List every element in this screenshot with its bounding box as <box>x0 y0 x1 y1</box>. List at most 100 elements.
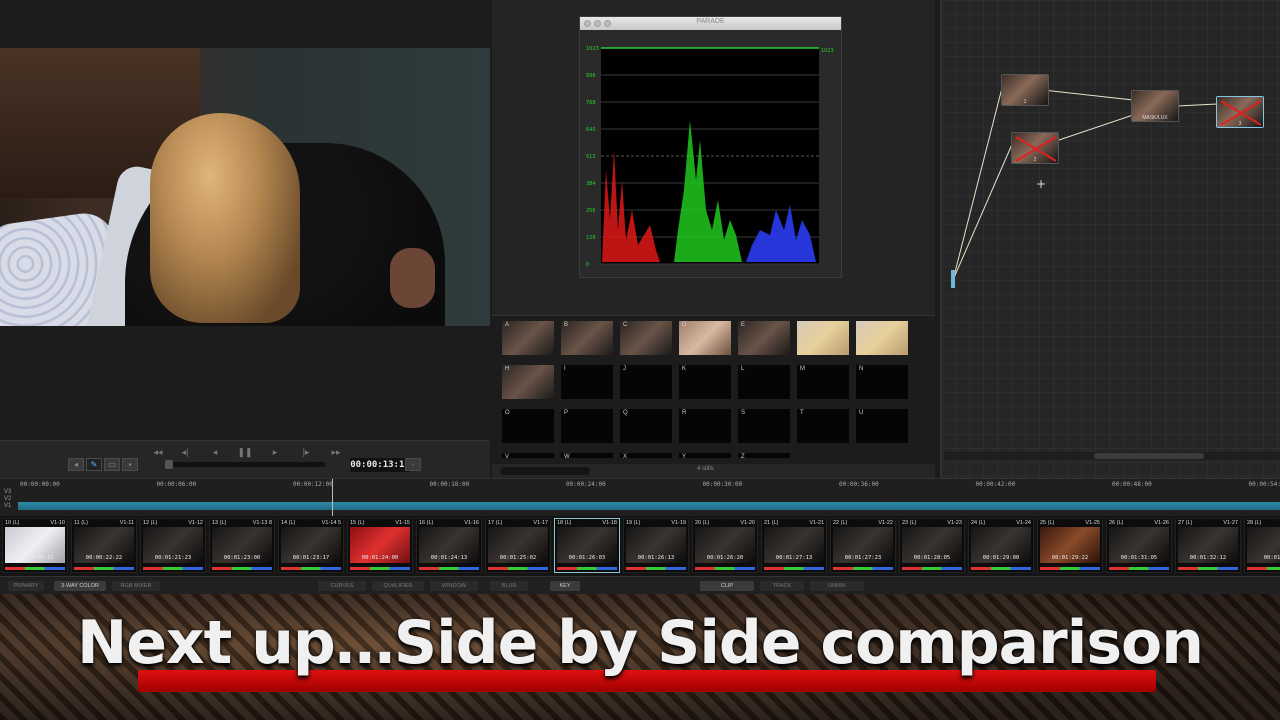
loop-icon[interactable]: ◦ <box>405 458 421 471</box>
palette-tab[interactable]: RGB MIXER <box>112 581 160 591</box>
gallery-still[interactable]: F <box>797 321 849 355</box>
ruler-tick-label: 00:00:06:00 <box>156 481 197 488</box>
clip-track: V1-20 <box>740 520 755 526</box>
clip-thumbnail[interactable]: 20 (L) V1-20 00:01:26:20 <box>692 518 758 573</box>
clip-header: 14 (L) V1-14 5 <box>281 520 341 526</box>
gallery-still[interactable]: W <box>561 453 613 460</box>
palette-tab[interactable]: 3-WAY COLOR <box>54 581 106 591</box>
clip-thumbnail[interactable]: 21 (L) V1-21 00:01:27:13 <box>761 518 827 573</box>
tool-button[interactable]: ▪ <box>122 458 138 471</box>
gallery-still[interactable]: K <box>679 365 731 399</box>
gallery-still[interactable]: N <box>856 365 908 399</box>
still-label: A <box>505 322 510 328</box>
gallery-still[interactable]: U <box>856 409 908 443</box>
gallery-still[interactable]: R <box>679 409 731 443</box>
gallery-still[interactable]: C <box>620 321 672 355</box>
node-3-selected[interactable]: 3 <box>1216 96 1264 128</box>
gallery-still[interactable]: G <box>856 321 908 355</box>
gallery-still[interactable]: A <box>502 321 554 355</box>
palette-tab[interactable]: CLIP <box>700 581 754 591</box>
palette-tab[interactable]: BLUR <box>490 581 528 591</box>
gallery-still[interactable]: D <box>679 321 731 355</box>
parade-scope-window[interactable]: PARADE 1023 896 768 640 512 384 256 128 0 1023 <box>579 16 842 278</box>
palette-tab[interactable]: PRIMARY <box>8 581 44 591</box>
node-graph-scrollbar[interactable] <box>944 452 1280 460</box>
gallery-still[interactable]: I <box>561 365 613 399</box>
node-mask[interactable]: MASK/LUX <box>1131 90 1179 122</box>
step-back-icon[interactable]: ◂| <box>175 446 195 458</box>
clip-thumbnail[interactable]: 23 (L) V1-23 00:01:28:05 <box>899 518 965 573</box>
clip-header: 17 (L) V1-17 <box>488 520 548 526</box>
clip-color-bar <box>143 567 203 570</box>
clip-thumbnail[interactable]: 13 (L) V1-13 8 00:01:23:00 <box>209 518 275 573</box>
still-label: W <box>564 454 570 460</box>
clip-thumbnail[interactable]: 10 (L) V1-10 00:00:00:13 <box>2 518 68 573</box>
skip-forward-icon[interactable]: ▸▸ <box>326 446 346 458</box>
clip-thumbnail[interactable]: 25 (L) V1-25 00:01:29:22 <box>1037 518 1103 573</box>
gallery-still[interactable]: X <box>620 453 672 460</box>
play-icon[interactable]: ▸ <box>265 446 285 458</box>
gallery-still[interactable]: Y <box>679 453 731 460</box>
gallery-still[interactable]: Q <box>620 409 672 443</box>
clip-thumbnail[interactable]: 17 (L) V1-17 00:01:25:02 <box>485 518 551 573</box>
gallery-still[interactable]: V <box>502 453 554 460</box>
palette-tab[interactable]: CURVES <box>318 581 366 591</box>
track-v1-bar[interactable] <box>18 502 1280 510</box>
clip-thumbnail[interactable]: 28 (L)V1-28 00:01:33 <box>1244 518 1280 573</box>
clip-thumbnail[interactable]: 16 (L) V1-16 00:01:24:13 <box>416 518 482 573</box>
clip-thumbnail[interactable]: 11 (L) V1-11 00:00:22:22 <box>71 518 137 573</box>
node-1[interactable]: 1 <box>1001 74 1049 106</box>
gallery-still[interactable]: J <box>620 365 672 399</box>
scope-titlebar[interactable]: PARADE <box>580 17 841 30</box>
clip-thumbnail[interactable]: 14 (L) V1-14 5 00:01:23:17 <box>278 518 344 573</box>
node-graph[interactable]: + 1 MASK/LUX 2 3 <box>940 0 1280 478</box>
still-label: H <box>505 366 510 372</box>
clip-timecode: 00:01:25:02 <box>499 555 537 561</box>
gallery-still[interactable]: M <box>797 365 849 399</box>
playhead[interactable] <box>332 479 333 517</box>
ruler-tick-label: 00:00:42:00 <box>975 481 1016 488</box>
palette-tab[interactable]: WINDOW <box>430 581 478 591</box>
clip-header: 24 (L) V1-24 <box>971 520 1031 526</box>
still-label: R <box>682 410 687 416</box>
step-forward-icon[interactable]: |▸ <box>296 446 316 458</box>
gallery-search-input[interactable] <box>500 467 590 475</box>
clip-track: V1-13 8 <box>252 520 272 526</box>
tool-button[interactable]: ▭ <box>104 458 120 471</box>
gallery-still[interactable]: B <box>561 321 613 355</box>
track-label: V2 <box>4 496 12 502</box>
palette-tab[interactable]: UNMIX <box>810 581 864 591</box>
skip-back-icon[interactable]: ◂◂ <box>148 446 168 458</box>
clip-thumbnail[interactable]: 22 (L) V1-22 00:01:27:23 <box>830 518 896 573</box>
pause-icon[interactable]: ❚❚ <box>235 446 255 458</box>
clip-timecode: 00:01:28:05 <box>913 555 951 561</box>
clip-thumbnail[interactable]: 24 (L) V1-24 00:01:29:00 <box>968 518 1034 573</box>
clip-thumbnail[interactable]: 26 (L) V1-26 00:01:31:05 <box>1106 518 1172 573</box>
clip-thumbnail[interactable]: 12 (L) V1-12 00:01:21:23 <box>140 518 206 573</box>
clip-thumbnail[interactable]: 19 (L) V1-19 00:01:26:13 <box>623 518 689 573</box>
pen-icon[interactable]: ✎ <box>86 458 102 471</box>
gallery-still[interactable]: H <box>502 365 554 399</box>
clip-color-bar <box>1109 567 1169 570</box>
gallery-still[interactable]: P <box>561 409 613 443</box>
palette-tab[interactable]: QUALIFIER <box>372 581 424 591</box>
palette-tab[interactable]: TRACK <box>760 581 804 591</box>
mini-timeline[interactable]: 00:00:00:00 00:00:06:00 00:00:12:00 00:00:1… <box>0 478 1280 517</box>
palette-tab[interactable]: KEY <box>550 581 580 591</box>
clip-color-bar <box>971 567 1031 570</box>
gallery-still[interactable]: E <box>738 321 790 355</box>
clip-thumbnail[interactable]: 18 (L) V1-18 00:01:26:03 <box>554 518 620 573</box>
gallery-still[interactable]: T <box>797 409 849 443</box>
still-label: G <box>859 322 864 328</box>
tool-button[interactable]: ◂ <box>68 458 84 471</box>
gallery-still[interactable]: Z <box>738 453 790 460</box>
gallery-panel: A B C D E F G H I J K L M N O P Q R S T U V W X Y Z 4 stills <box>492 315 935 478</box>
jog-slider[interactable] <box>165 460 325 469</box>
clip-thumbnail[interactable]: 27 (L) V1-27 00:01:32:12 <box>1175 518 1241 573</box>
play-reverse-icon[interactable]: ◂ <box>205 446 225 458</box>
clip-thumbnail[interactable]: 15 (L) V1-15 00:01:24:00 <box>347 518 413 573</box>
gallery-still[interactable]: L <box>738 365 790 399</box>
node-2-disabled[interactable]: 2 <box>1011 132 1059 164</box>
gallery-still[interactable]: S <box>738 409 790 443</box>
gallery-still[interactable]: O <box>502 409 554 443</box>
